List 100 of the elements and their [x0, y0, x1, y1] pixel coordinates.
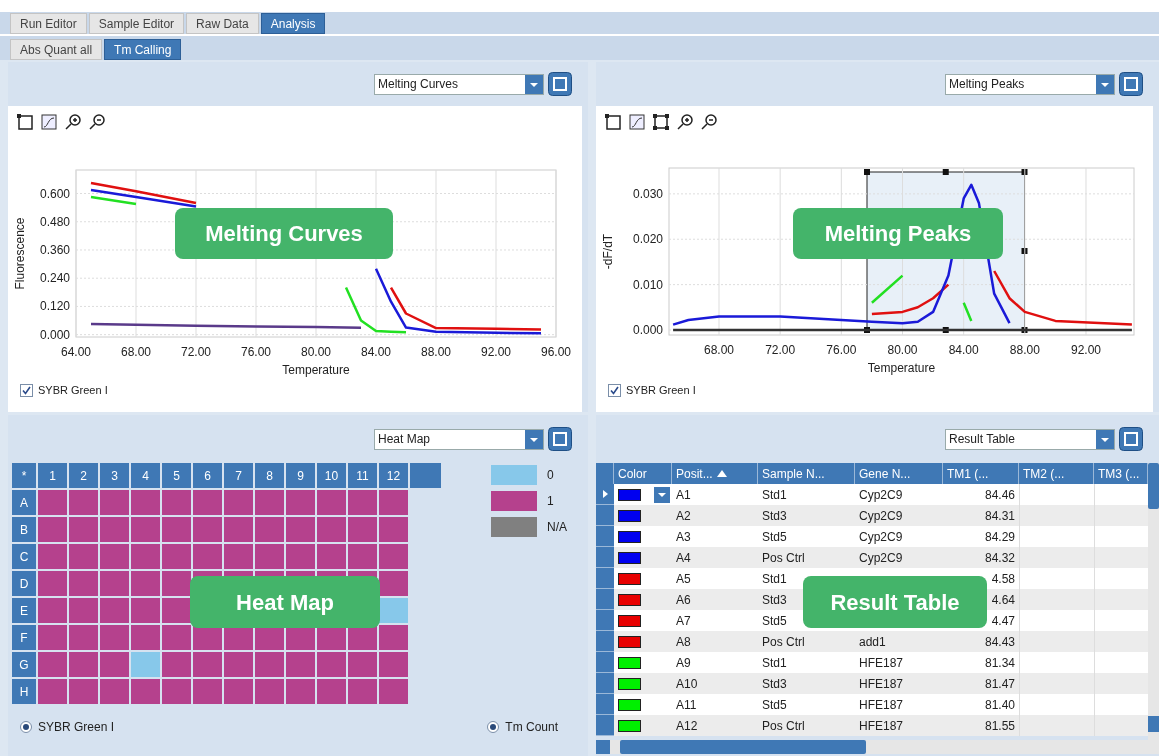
tab[interactable]: Raw Data — [186, 13, 259, 34]
heat-map-well[interactable] — [255, 679, 284, 704]
column-header[interactable]: 7 — [224, 463, 253, 488]
heat-map-well[interactable] — [379, 679, 408, 704]
row-header[interactable] — [596, 484, 614, 505]
heat-map-well[interactable] — [100, 652, 129, 677]
heat-map-well[interactable] — [131, 517, 160, 542]
zoom-in-icon[interactable] — [676, 113, 694, 131]
scroll-down-button[interactable] — [1148, 716, 1159, 732]
row-header[interactable]: F — [12, 625, 36, 650]
column-header[interactable]: 3 — [100, 463, 129, 488]
heat-map-well[interactable] — [317, 517, 346, 542]
row-header[interactable]: C — [12, 544, 36, 569]
heat-map-well[interactable] — [69, 517, 98, 542]
column-header[interactable]: 1 — [38, 463, 67, 488]
radio-button[interactable] — [487, 721, 500, 733]
row-header[interactable]: D — [12, 571, 36, 596]
zoom-out-icon[interactable] — [700, 113, 718, 131]
row-header[interactable]: G — [12, 652, 36, 677]
column-header[interactable]: 12 — [379, 463, 408, 488]
color-swatch[interactable] — [618, 488, 641, 501]
maximize-icon[interactable] — [548, 427, 572, 451]
horizontal-scrollbar-thumb[interactable] — [620, 740, 866, 754]
scroll-left-button[interactable] — [596, 740, 610, 754]
heat-map-well[interactable] — [286, 544, 315, 569]
heat-map-well[interactable] — [162, 679, 191, 704]
vertical-scrollbar-thumb[interactable] — [1148, 463, 1159, 509]
heat-map-well[interactable] — [348, 490, 377, 515]
heat-map-well[interactable] — [162, 598, 191, 623]
color-swatch[interactable] — [618, 593, 641, 606]
row-header[interactable]: E — [12, 598, 36, 623]
color-swatch[interactable] — [618, 551, 641, 564]
column-header[interactable]: 2 — [69, 463, 98, 488]
heat-map-well[interactable] — [162, 625, 191, 650]
heat-map-well[interactable] — [131, 625, 160, 650]
heat-map-well[interactable] — [379, 571, 408, 596]
heat-map-well[interactable] — [38, 490, 67, 515]
maximize-icon[interactable] — [1119, 427, 1143, 451]
heat-map-well[interactable] — [379, 625, 408, 650]
heat-map-well[interactable] — [286, 652, 315, 677]
heat-map-well[interactable] — [100, 598, 129, 623]
checkbox[interactable] — [20, 383, 33, 397]
heat-map-well[interactable] — [255, 652, 284, 677]
heat-map-well[interactable] — [348, 679, 377, 704]
color-swatch[interactable] — [618, 614, 641, 627]
heat-map-well[interactable] — [100, 544, 129, 569]
zoom-out-icon[interactable] — [88, 113, 106, 131]
view-dropdown[interactable]: Melting Peaks — [945, 73, 1115, 95]
heat-map-well[interactable] — [255, 544, 284, 569]
fit-tool-icon[interactable] — [652, 113, 670, 131]
heat-map-well[interactable] — [348, 517, 377, 542]
heat-map-well[interactable] — [317, 679, 346, 704]
heat-map-well[interactable] — [193, 517, 222, 542]
selection-tool-icon[interactable] — [604, 113, 622, 131]
heat-map-well[interactable] — [224, 490, 253, 515]
column-header[interactable]: 9 — [286, 463, 315, 488]
tab[interactable]: Sample Editor — [88, 13, 185, 34]
heat-map-well[interactable] — [379, 544, 408, 569]
heat-map-well[interactable] — [100, 517, 129, 542]
heat-map-well[interactable] — [348, 544, 377, 569]
column-header[interactable]: 11 — [348, 463, 377, 488]
corner-header[interactable]: * — [12, 463, 36, 488]
heat-map-well[interactable] — [69, 544, 98, 569]
heat-map-well[interactable] — [69, 625, 98, 650]
heat-map-well[interactable] — [38, 517, 67, 542]
curve-tool-icon[interactable] — [40, 113, 58, 131]
heat-map-well[interactable] — [286, 490, 315, 515]
heat-map-well[interactable] — [162, 652, 191, 677]
heat-map-well[interactable] — [193, 544, 222, 569]
color-swatch[interactable] — [618, 656, 641, 669]
heat-map-well[interactable] — [224, 679, 253, 704]
column-header[interactable]: 10 — [317, 463, 346, 488]
heat-map-well[interactable] — [69, 490, 98, 515]
heat-map-well[interactable] — [286, 679, 315, 704]
heat-map-well[interactable] — [224, 652, 253, 677]
heat-map-well[interactable] — [193, 490, 222, 515]
column-header[interactable]: 5 — [162, 463, 191, 488]
radio-button[interactable] — [20, 721, 32, 733]
heat-map-well[interactable] — [379, 490, 408, 515]
heat-map-well[interactable] — [348, 652, 377, 677]
heat-map-well[interactable] — [100, 571, 129, 596]
heat-map-well[interactable] — [100, 679, 129, 704]
heat-map-well[interactable] — [38, 679, 67, 704]
column-header[interactable]: 6 — [193, 463, 222, 488]
tab[interactable]: Analysis — [260, 13, 326, 34]
maximize-icon[interactable] — [548, 72, 572, 96]
view-dropdown[interactable]: Result Table — [945, 428, 1115, 450]
heat-map-well[interactable] — [69, 571, 98, 596]
heat-map-well[interactable] — [162, 571, 191, 596]
heat-map-well[interactable] — [131, 490, 160, 515]
heat-map-well[interactable] — [317, 490, 346, 515]
heat-map-well[interactable] — [379, 652, 408, 677]
maximize-icon[interactable] — [1119, 72, 1143, 96]
heat-map-well[interactable] — [38, 652, 67, 677]
heat-map-well[interactable] — [317, 544, 346, 569]
color-swatch[interactable] — [618, 509, 641, 522]
heat-map-well[interactable] — [38, 544, 67, 569]
curve-tool-icon[interactable] — [628, 113, 646, 131]
heat-map-well[interactable] — [162, 517, 191, 542]
heat-map-well[interactable] — [38, 598, 67, 623]
